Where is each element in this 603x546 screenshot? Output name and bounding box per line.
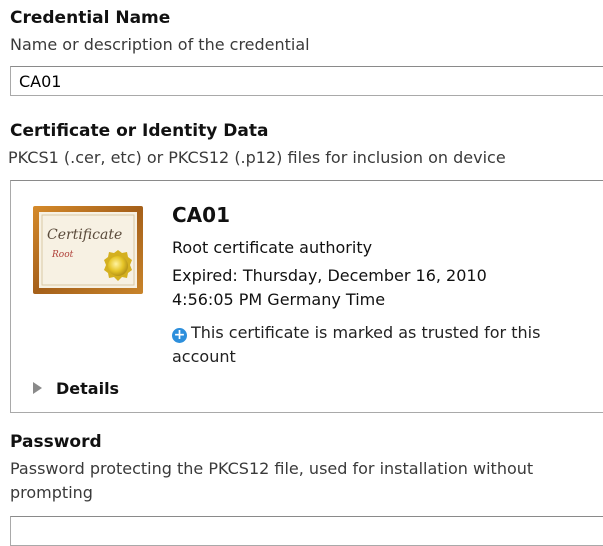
certificate-trusted-note: + This certificate is marked as trusted f…: [172, 321, 592, 369]
certificate-expiry-time: 4:56:05 PM Germany Time: [172, 290, 386, 309]
certificate-trusted-text: This certificate is marked as trusted fo…: [172, 323, 541, 366]
certificate-name: CA01: [172, 203, 230, 227]
certificate-icon-sublabel: Root: [51, 250, 74, 260]
credential-name-title: Credential Name: [10, 8, 171, 28]
disclosure-triangle-icon[interactable]: [33, 382, 42, 394]
credential-name-input[interactable]: [10, 66, 603, 96]
certificate-icon: Certificate Root: [33, 206, 143, 294]
certificate-drop-area[interactable]: Certificate Root CA01 Root certificate a…: [10, 180, 603, 413]
certificate-icon-label: Certificate: [47, 227, 122, 243]
certificate-expiry-date: Expired: Thursday, December 16, 2010: [172, 266, 487, 285]
certificate-data-title: Certificate or Identity Data: [10, 121, 269, 141]
credential-name-description: Name or description of the credential: [10, 35, 310, 54]
details-label: Details: [56, 379, 120, 398]
certificate-data-description: PKCS1 (.cer, etc) or PKCS12 (.p12) files…: [8, 148, 506, 167]
password-input[interactable]: [10, 516, 603, 546]
plus-circle-icon: +: [172, 327, 187, 343]
password-description: Password protecting the PKCS12 file, use…: [10, 459, 534, 502]
password-title: Password: [10, 432, 102, 452]
certificate-subtitle: Root certificate authority: [172, 238, 373, 257]
details-disclosure[interactable]: Details: [33, 379, 119, 398]
